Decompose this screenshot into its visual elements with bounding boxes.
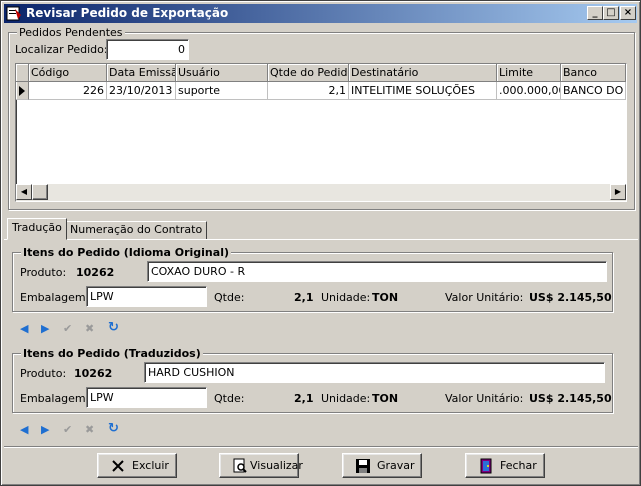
tab-traducao[interactable]: Tradução <box>7 218 67 240</box>
cell-banco[interactable]: BANCO DO BRA <box>561 82 626 100</box>
col-header-qtde[interactable]: Qtde do Pedido <box>268 64 349 82</box>
scroll-left-icon[interactable]: ◀ <box>16 184 32 200</box>
cell-destinatario[interactable]: INTELITIME SOLUÇÕES <box>349 82 497 100</box>
translated-embalagem-field[interactable]: LPW <box>86 387 207 408</box>
translated-produto-field[interactable]: HARD CUSHION <box>144 362 605 383</box>
nav-next-icon[interactable]: ▶ <box>41 424 49 436</box>
col-header-codigo[interactable]: Código <box>29 64 107 82</box>
preview-icon <box>233 458 247 473</box>
delete-icon <box>112 460 124 472</box>
col-header-destinatario[interactable]: Destinatário <box>349 64 497 82</box>
visualizar-button[interactable]: Visualizar <box>219 453 303 478</box>
gravar-button[interactable]: Gravar <box>342 453 422 478</box>
original-qtde-value: 2,1 <box>294 291 314 304</box>
excluir-label: Excluir <box>132 459 169 472</box>
original-produto-code: 10262 <box>76 266 115 279</box>
nav-prior-icon[interactable]: ◀ <box>20 323 28 335</box>
gravar-label: Gravar <box>377 459 415 472</box>
col-header-banco[interactable]: Banco <box>561 64 626 82</box>
nav-cancel-icon[interactable]: ✖ <box>85 424 94 436</box>
main-window: Revisar Pedido de Exportação _ □ × Pedid… <box>0 0 641 486</box>
original-valor-value: US$ 2.145,50 <box>529 291 612 304</box>
translated-valor-label: Valor Unitário: <box>445 392 524 405</box>
close-button[interactable]: × <box>620 6 636 20</box>
original-produto-label: Produto: <box>20 266 67 279</box>
fechar-label: Fechar <box>500 459 537 472</box>
original-unidade-label: Unidade: <box>321 291 371 304</box>
fechar-button[interactable]: Fechar <box>465 453 545 478</box>
original-valor-label: Valor Unitário: <box>445 291 524 304</box>
nav-cancel-icon[interactable]: ✖ <box>85 323 94 335</box>
original-embalagem-label: Embalagem: <box>20 291 90 304</box>
original-unidade-value: TON <box>372 291 399 304</box>
col-header-data-emissao[interactable]: Data Emissão <box>107 64 176 82</box>
nav-refresh-icon[interactable]: ↻ <box>108 321 119 334</box>
visualizar-label: Visualizar <box>250 459 303 472</box>
search-order-input[interactable]: 0 <box>106 39 189 60</box>
grid-indicator-header <box>16 64 29 82</box>
cell-limite[interactable]: .000.000,00 <box>497 82 561 100</box>
orders-grid: Código Data Emissão Usuário Qtde do Pedi… <box>15 63 627 202</box>
cell-data-emissao[interactable]: 23/10/2013 <box>107 82 176 100</box>
original-produto-field[interactable]: COXAO DURO - R <box>147 261 607 282</box>
scroll-right-icon[interactable]: ▶ <box>610 184 626 200</box>
save-icon <box>356 459 370 473</box>
pending-orders-title: Pedidos Pendentes <box>17 26 125 39</box>
search-order-label: Localizar Pedido: <box>15 43 108 56</box>
window-title: Revisar Pedido de Exportação <box>26 6 229 20</box>
excluir-button[interactable]: Excluir <box>97 453 177 478</box>
nav-post-icon[interactable]: ✔ <box>63 323 72 335</box>
cell-codigo[interactable]: 226 <box>29 82 107 100</box>
translated-embalagem-label: Embalagem: <box>20 392 90 405</box>
translated-qtde-label: Qtde: <box>214 392 245 405</box>
nav-post-icon[interactable]: ✔ <box>63 424 72 436</box>
translated-unidade-label: Unidade: <box>321 392 371 405</box>
exit-door-icon <box>480 458 492 474</box>
maximize-button[interactable]: □ <box>603 6 619 20</box>
nav-next-icon[interactable]: ▶ <box>41 323 49 335</box>
nav-prior-icon[interactable]: ◀ <box>20 424 28 436</box>
translated-valor-value: US$ 2.145,50 <box>529 392 612 405</box>
original-qtde-label: Qtde: <box>214 291 245 304</box>
col-header-usuario[interactable]: Usuário <box>176 64 268 82</box>
scroll-thumb[interactable] <box>32 184 48 200</box>
original-items-title: Itens do Pedido (Idioma Original) <box>21 246 231 259</box>
nav-refresh-icon[interactable]: ↻ <box>108 422 119 435</box>
app-icon <box>6 6 21 21</box>
translated-items-title: Itens do Pedido (Traduzidos) <box>21 347 203 360</box>
title-bar[interactable]: Revisar Pedido de Exportação _ □ × <box>4 4 637 23</box>
translated-unidade-value: TON <box>372 392 399 405</box>
translated-produto-label: Produto: <box>20 367 67 380</box>
horizontal-scrollbar[interactable]: ◀ ▶ <box>16 184 626 201</box>
translated-qtde-value: 2,1 <box>294 392 314 405</box>
row-indicator-icon <box>16 82 29 100</box>
original-embalagem-field[interactable]: LPW <box>86 286 207 307</box>
cell-usuario[interactable]: suporte <box>176 82 268 100</box>
cell-qtde[interactable]: 2,1 <box>268 82 349 100</box>
col-header-limite[interactable]: Limite <box>497 64 561 82</box>
tab-numeracao-contrato[interactable]: Numeração do Contrato <box>65 221 208 240</box>
translated-produto-code: 10262 <box>74 367 113 380</box>
minimize-button[interactable]: _ <box>587 6 603 20</box>
